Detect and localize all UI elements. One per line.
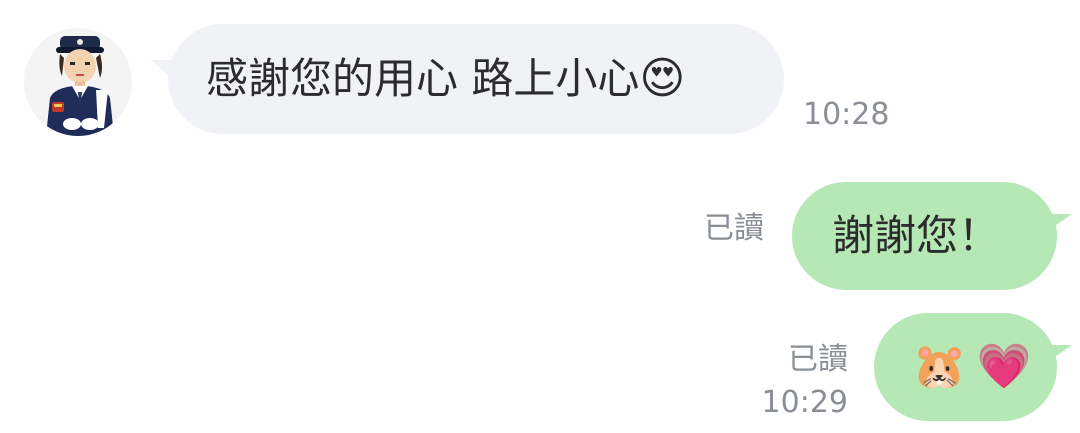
- hamster-emoji-icon: 🐹: [912, 341, 967, 392]
- outgoing-message-time: 10:29: [761, 385, 848, 420]
- outgoing-message-text: 謝謝您！: [832, 211, 1001, 260]
- read-status-label: 已讀: [788, 342, 848, 377]
- police-officer-avatar-icon[interactable]: [24, 28, 132, 136]
- incoming-message-time: 10:28: [803, 97, 890, 132]
- pink-heart-emoji-icon: 💗: [976, 341, 1032, 392]
- incoming-message-bubble[interactable]: 感謝您的用心 路上小心 😍: [168, 24, 784, 134]
- heart-eyes-emoji-icon: 😍: [639, 53, 686, 104]
- chat-thread: 感謝您的用心 路上小心 😍 10:28 已讀 謝謝您！ 已讀 10:29 🐹 💗: [0, 0, 1080, 433]
- incoming-message-text: 感謝您的用心 路上小心: [206, 54, 640, 103]
- read-status-label: 已讀: [704, 211, 764, 246]
- outgoing-message-bubble[interactable]: 謝謝您！: [792, 182, 1057, 290]
- outgoing-emoji-bubble[interactable]: 🐹 💗: [874, 313, 1057, 421]
